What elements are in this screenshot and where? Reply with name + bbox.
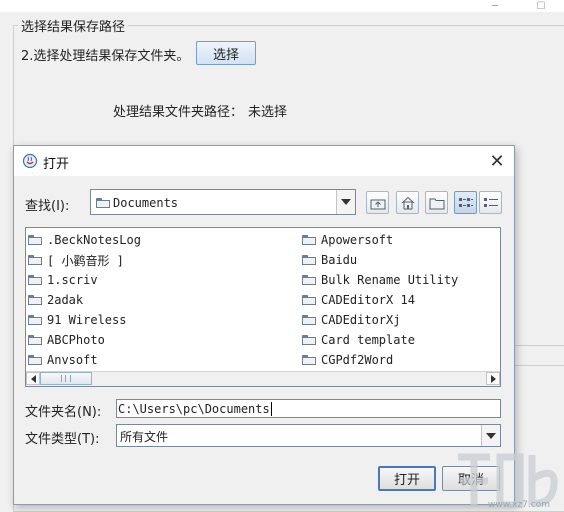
folder-name-value: C:\Users\pc\Documents	[118, 402, 270, 416]
folder-icon	[302, 355, 316, 365]
file-list-item[interactable]: CADEditorX 14	[302, 290, 458, 310]
file-type-value: 所有文件	[120, 430, 169, 444]
file-list-item[interactable]: Apowersoft	[302, 230, 458, 250]
folder-icon	[28, 235, 42, 245]
file-name: Baidu	[321, 253, 358, 267]
folder-icon	[302, 255, 316, 265]
folder-icon	[96, 198, 110, 208]
text-caret	[271, 402, 272, 416]
details-view-button[interactable]	[479, 191, 502, 214]
close-icon[interactable]: ✕	[484, 149, 510, 173]
folder-icon	[28, 335, 42, 345]
list-view-button[interactable]	[454, 191, 477, 214]
file-list-item[interactable]: 2adak	[28, 290, 141, 310]
folder-icon	[302, 315, 316, 325]
file-name: 2adak	[47, 293, 84, 307]
divider	[515, 365, 564, 366]
folder-icon	[302, 275, 316, 285]
file-list-item[interactable]: CADEditorXj	[302, 310, 458, 330]
look-in-combobox[interactable]: Documents	[90, 189, 356, 215]
java-cup-icon	[22, 153, 38, 169]
file-type-label: 文件类型(T):	[25, 432, 100, 447]
scroll-left-icon[interactable]	[26, 372, 40, 385]
list-view-icon	[458, 197, 473, 207]
dialog-titlebar[interactable]: 打开 ✕	[14, 146, 514, 176]
file-list-item[interactable]: 1.scriv	[28, 270, 141, 290]
new-folder-button[interactable]	[425, 191, 448, 214]
file-list-item[interactable]: Card template	[302, 330, 458, 350]
folder-icon	[28, 355, 42, 365]
home-button[interactable]	[396, 191, 419, 214]
home-icon	[401, 196, 414, 209]
file-name: CADEditorX 14	[321, 293, 415, 307]
panel-title: 选择结果保存路径	[18, 16, 129, 35]
folder-icon	[302, 235, 316, 245]
file-list-column-left: .BeckNotesLog [ 小鹳音形 ] 1.scriv 2adak 91 Wire…	[28, 230, 141, 370]
file-list-column-right: Apowersoft Baidu Bulk Rename Utility CADEdi…	[302, 230, 458, 370]
details-view-icon	[483, 197, 498, 207]
folder-name-input[interactable]: C:\Users\pc\Documents	[116, 399, 501, 418]
file-name: 1.scriv	[47, 273, 98, 287]
file-list-item[interactable]: Anvsoft	[28, 350, 141, 370]
folder-icon	[28, 295, 42, 305]
folder-icon	[302, 335, 316, 345]
open-button[interactable]: 打开	[378, 466, 436, 491]
dialog-title: 打开	[43, 157, 70, 172]
file-name: CADEditorXj	[321, 313, 401, 327]
file-name: CGPdf2Word	[321, 353, 394, 367]
file-name: Anvsoft	[47, 353, 98, 367]
file-list-item[interactable]: .BeckNotesLog	[28, 230, 141, 250]
file-name: .BeckNotesLog	[47, 233, 141, 247]
watermark-url: www.xz7.com	[488, 500, 550, 510]
file-name: 91 Wireless	[47, 313, 127, 327]
folder-icon	[28, 255, 42, 265]
file-list-item[interactable]: Bulk Rename Utility	[302, 270, 458, 290]
output-path-label: 处理结果文件夹路径：	[113, 105, 244, 120]
file-name: Card template	[321, 333, 415, 347]
chevron-down-icon[interactable]	[481, 425, 500, 446]
open-dialog: 打开 ✕ 查找(I): Documents .BeckNotesLog [小鹳…	[13, 145, 515, 505]
divider	[515, 345, 564, 346]
maximize-icon[interactable]: ☐	[518, 0, 564, 12]
file-name: [ 小鹳音形 ]	[47, 253, 124, 268]
folder-icon	[28, 275, 42, 285]
output-path-value: 未选择	[248, 105, 288, 120]
minimize-icon[interactable]: ─	[472, 0, 518, 12]
file-list[interactable]: .BeckNotesLog [ 小鹳音形 ] 1.scriv 2adak 91 Wire…	[25, 227, 501, 387]
file-type-combobox[interactable]: 所有文件	[116, 424, 501, 447]
file-name: Bulk Rename Utility	[321, 273, 459, 287]
background-window-controls: ─ ☐	[472, 0, 564, 12]
horizontal-scrollbar[interactable]	[26, 371, 500, 386]
look-in-value: Documents	[113, 196, 179, 210]
select-folder-button[interactable]: 选择	[196, 41, 256, 65]
scroll-right-icon[interactable]	[486, 372, 500, 385]
folder-name-label: 文件夹名(N):	[25, 405, 102, 420]
new-folder-icon	[429, 198, 444, 209]
file-name: ABCPhoto	[47, 333, 105, 347]
look-in-label: 查找(I):	[25, 199, 70, 214]
step-label: 2.选择处理结果保存文件夹。	[21, 49, 190, 64]
scrollbar-thumb[interactable]	[40, 372, 92, 385]
file-name: Apowersoft	[321, 233, 394, 247]
chevron-down-icon[interactable]	[336, 190, 355, 214]
up-folder-icon	[370, 199, 385, 209]
file-list-item[interactable]: Baidu	[302, 250, 458, 270]
file-list-item[interactable]: CGPdf2Word	[302, 350, 458, 370]
folder-icon	[302, 295, 316, 305]
file-list-item[interactable]: 91 Wireless	[28, 310, 141, 330]
up-one-level-button[interactable]	[366, 191, 389, 214]
file-list-item[interactable]: [ 小鹳音形 ]	[28, 250, 141, 270]
file-list-item[interactable]: ABCPhoto	[28, 330, 141, 350]
folder-icon	[28, 315, 42, 325]
